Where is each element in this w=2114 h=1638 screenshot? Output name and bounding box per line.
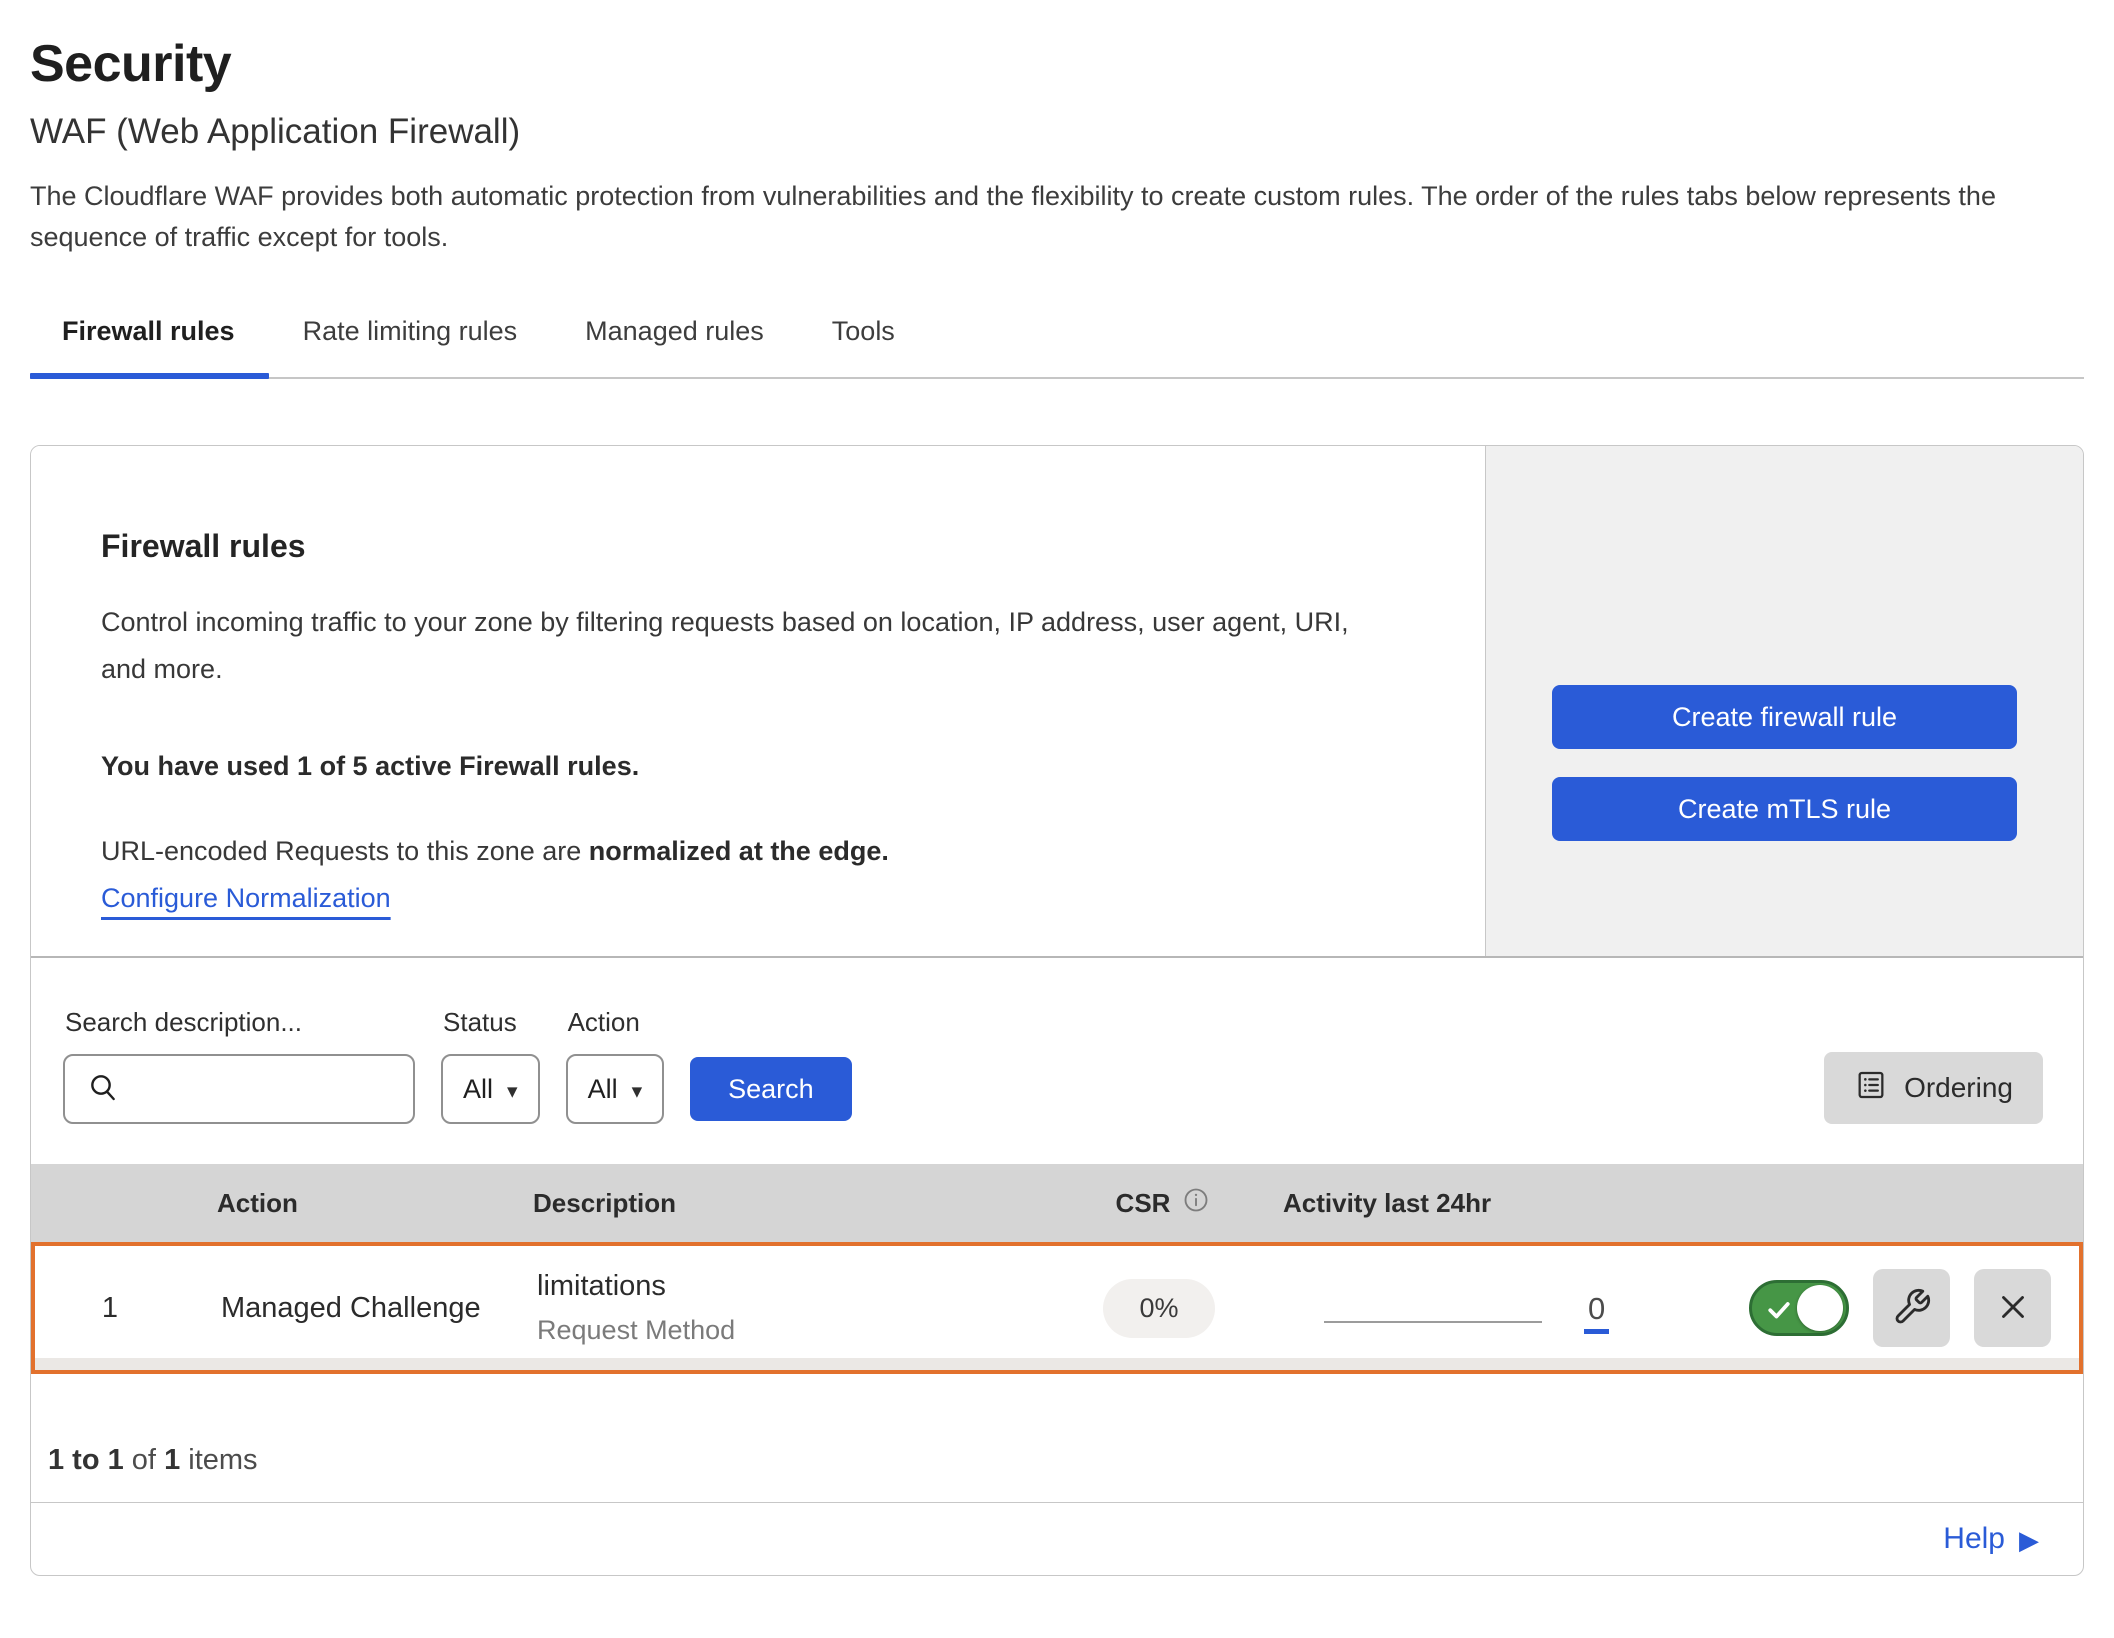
column-header-action: Action (181, 1188, 501, 1219)
summary-total: 1 (164, 1444, 180, 1476)
column-header-activity: Activity last 24hr (1283, 1188, 1753, 1219)
page-description: The Cloudflare WAF provides both automat… (30, 176, 2084, 258)
tab-firewall-rules[interactable]: Firewall rules (30, 310, 269, 377)
rule-enabled-toggle[interactable] (1749, 1280, 1849, 1336)
card-heading: Firewall rules (101, 528, 1425, 565)
help-link[interactable]: Help ▶ (1943, 1522, 2039, 1556)
chevron-down-icon: ▾ (632, 1079, 643, 1104)
tab-bar: Firewall rules Rate limiting rules Manag… (30, 310, 2084, 379)
pagination-summary: 1 to 1 of 1 items (31, 1374, 2083, 1502)
help-row: Help ▶ (31, 1502, 2083, 1575)
rule-description: limitations (537, 1270, 1039, 1303)
page-subtitle: WAF (Web Application Firewall) (30, 112, 2084, 152)
summary-range: 1 to 1 (48, 1444, 124, 1476)
row-bottom-strip (35, 1358, 2079, 1370)
firewall-rules-info: Firewall rules Control incoming traffic … (31, 446, 1485, 956)
close-icon (1994, 1288, 2032, 1329)
action-dropdown[interactable]: All ▾ (566, 1054, 665, 1124)
tab-tools[interactable]: Tools (798, 310, 929, 377)
table-row: 1 Managed Challenge limitations Request … (31, 1242, 2083, 1374)
wrench-icon (1892, 1287, 1932, 1330)
normalization-text-bold: normalized at the edge. (589, 836, 889, 866)
activity-count-link[interactable]: 0 (1584, 1291, 1609, 1334)
normalization-text-regular: URL-encoded Requests to this zone are (101, 836, 589, 866)
edit-rule-button[interactable] (1873, 1269, 1950, 1347)
column-header-csr: CSR (1116, 1188, 1171, 1219)
list-ordering-icon (1854, 1068, 1888, 1109)
chevron-down-icon: ▾ (507, 1079, 518, 1104)
create-mtls-rule-button[interactable]: Create mTLS rule (1552, 777, 2017, 841)
search-input[interactable] (63, 1054, 415, 1124)
arrow-right-icon: ▶ (2019, 1525, 2039, 1556)
toggle-knob (1797, 1285, 1843, 1331)
action-label: Action (566, 1007, 665, 1038)
card-top-section: Firewall rules Control incoming traffic … (31, 446, 2083, 958)
summary-of: of (124, 1444, 164, 1476)
create-firewall-rule-button[interactable]: Create firewall rule (1552, 685, 2017, 749)
rule-action: Managed Challenge (185, 1292, 505, 1325)
tab-managed-rules[interactable]: Managed rules (551, 310, 798, 377)
firewall-rules-card: Firewall rules Control incoming traffic … (30, 445, 2084, 1576)
ordering-button[interactable]: Ordering (1824, 1052, 2043, 1124)
check-icon (1764, 1294, 1794, 1329)
column-header-description: Description (501, 1188, 1043, 1219)
activity-sparkline (1324, 1321, 1542, 1323)
page-title: Security (30, 34, 2084, 94)
delete-rule-button[interactable] (1974, 1269, 2051, 1347)
status-label: Status (441, 1007, 540, 1038)
info-icon[interactable] (1182, 1186, 1210, 1221)
ordering-button-label: Ordering (1904, 1072, 2013, 1104)
action-dropdown-value: All (588, 1074, 618, 1105)
status-dropdown[interactable]: All ▾ (441, 1054, 540, 1124)
table-header: Action Description CSR Activity last 24h… (31, 1164, 2083, 1242)
rule-priority: 1 (35, 1292, 185, 1325)
card-actions-panel: Create firewall rule Create mTLS rule (1485, 446, 2083, 956)
usage-text: You have used 1 of 5 active Firewall rul… (101, 751, 1425, 782)
rule-description-field: Request Method (537, 1315, 1039, 1346)
tab-rate-limiting-rules[interactable]: Rate limiting rules (269, 310, 552, 377)
filter-bar: Search description... Status All ▾ (31, 958, 2083, 1164)
card-body-text: Control incoming traffic to your zone by… (101, 599, 1401, 693)
summary-items: items (180, 1444, 257, 1476)
search-icon (87, 1071, 119, 1108)
search-button[interactable]: Search (690, 1057, 852, 1121)
help-link-label: Help (1943, 1522, 2005, 1556)
normalization-text: URL-encoded Requests to this zone are no… (101, 836, 1425, 867)
configure-normalization-link[interactable]: Configure Normalization (101, 883, 391, 914)
search-label: Search description... (63, 1007, 415, 1038)
csr-badge: 0% (1103, 1279, 1214, 1338)
status-dropdown-value: All (463, 1074, 493, 1105)
